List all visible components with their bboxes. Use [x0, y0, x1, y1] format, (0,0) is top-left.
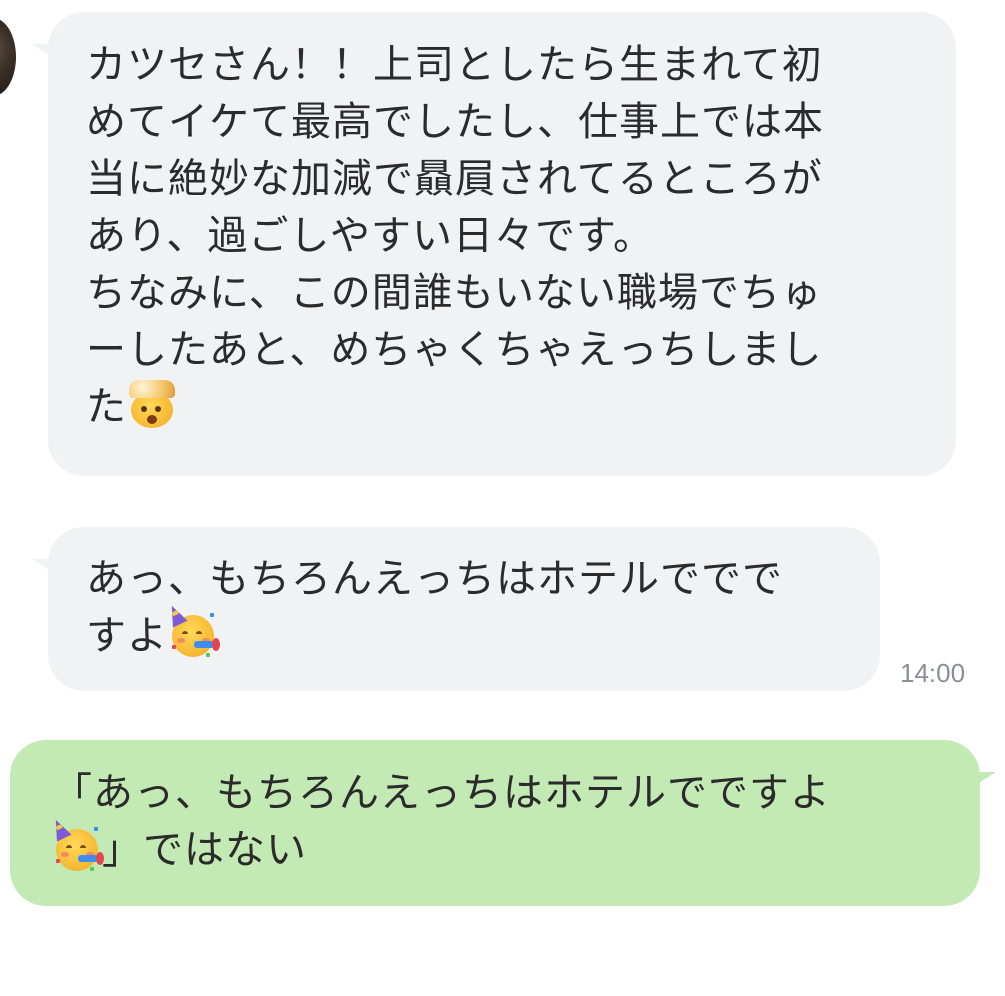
message-timestamp: 14:00 [900, 658, 966, 688]
partying-face-emoji-icon [48, 816, 104, 871]
message-line: ーしたあと、めちゃくちゃえっちしまし [86, 327, 823, 373]
message-line: 当に絶妙な加減で贔屓されてるところが [86, 156, 823, 202]
message-line-last: すよ [86, 602, 840, 665]
message-text: すよ [86, 613, 168, 659]
exploding-head-emoji-icon [129, 380, 175, 428]
message-text: た [86, 384, 127, 430]
message-line: カツセさん！！上司としたら生まれて初 [86, 42, 823, 88]
message-line-last: た [86, 379, 916, 436]
message-bubble-outgoing[interactable]: 「あっ、もちろんえっちはホテルでですよ 」ではない [10, 740, 996, 906]
message-bubble-incoming[interactable]: あっ、もちろんえっちはホテルででで すよ [32, 527, 880, 691]
message-bubble-incoming[interactable]: カツセさん！！上司としたら生まれて初 めてイケて最高でしたし、仕事上では本 当に… [32, 12, 956, 476]
message-line: ちなみに、この間誰もいない職場でちゅ [86, 270, 822, 316]
partying-face-emoji-icon [164, 602, 220, 657]
message-line: あっ、もちろんえっちはホテルででで [86, 556, 783, 602]
message-line: あり、過ごしやすい日々です。 [86, 213, 654, 259]
sender-avatar[interactable] [0, 18, 16, 96]
message-line-last: 」ではない [48, 816, 944, 879]
message-line: 「あっ、もちろんえっちはホテルでですよ [52, 770, 831, 816]
message-line: めてイケて最高でしたし、仕事上では本 [86, 99, 824, 145]
message-text: 」ではない [102, 827, 307, 873]
